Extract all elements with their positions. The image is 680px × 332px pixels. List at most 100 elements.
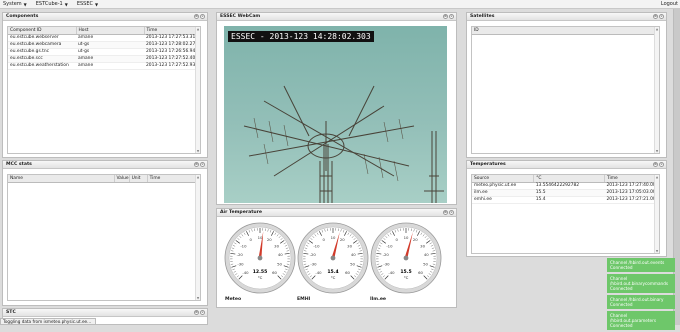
webcam-image: ESSEC - 2013-123 14:28:02.303 — [224, 26, 447, 203]
table-row[interactable]: eu.estcube.gs.tncut-gs2013-123 17:26:56.… — [8, 48, 200, 55]
temperature-gauge: -40-30-20-10010203040506015.5°C — [369, 221, 443, 297]
scroll-up-icon[interactable]: ▲ — [196, 27, 200, 31]
mcc-stats-panel: MCC stats ⚙× Name Value Unit Time ▲▼ — [2, 160, 208, 306]
menu-estcube[interactable]: ESTCube-1▼ — [36, 1, 68, 7]
cell: amane — [76, 34, 144, 41]
table-row[interactable]: meteo.physic.ut.ee13.55464222927822013-1… — [472, 182, 659, 189]
gauge-unit: °C — [404, 275, 409, 280]
scroll-down-icon[interactable]: ▼ — [655, 149, 659, 153]
gauge-unit: °C — [258, 275, 263, 280]
scroll-down-icon[interactable]: ▼ — [655, 249, 659, 253]
notification-toast[interactable]: Channel /hbird.out.parameters Connected — [607, 311, 675, 330]
column-header[interactable]: Name — [8, 175, 114, 182]
gauge-tick-label: -30 — [310, 262, 317, 267]
gauge-caption: Meteo — [225, 297, 241, 302]
close-icon[interactable]: × — [200, 310, 205, 315]
notification-toast[interactable]: Channel /hbird.out.binarycommands Connec… — [607, 274, 675, 293]
gauge-tick-label: -20 — [237, 252, 244, 257]
cell: 2013-123 17:28:02.272 — [144, 41, 200, 48]
settings-icon[interactable]: ⚙ — [443, 210, 448, 215]
cell: meteo.physic.ut.ee — [472, 182, 534, 189]
panel-title: STC — [6, 310, 16, 315]
column-header[interactable]: Unit — [129, 175, 147, 182]
settings-icon[interactable]: ⚙ — [194, 162, 199, 167]
scrollbar[interactable]: ▲▼ — [654, 175, 659, 253]
top-menu-bar: System▼ ESTCube-1▼ ESSEC▼ Logout — [0, 0, 680, 9]
notification-toast[interactable]: Channel /hbird.out.events Connected — [607, 258, 675, 272]
column-header[interactable]: Value — [114, 175, 129, 182]
scroll-down-icon[interactable]: ▼ — [196, 149, 200, 153]
scroll-up-icon[interactable]: ▲ — [655, 175, 659, 179]
gauge-dial: -40-30-20-10010203040506015.4°C — [296, 221, 370, 295]
cell: 2013-123 17:27:52.939 — [144, 62, 200, 69]
chevron-down-icon: ▼ — [65, 2, 68, 7]
gauge-dial: -40-30-20-10010203040506015.5°C — [369, 221, 443, 295]
gauge-tick-label: 30 — [420, 243, 425, 248]
cell: eu.estcube.webserver — [8, 34, 76, 41]
close-icon[interactable]: × — [659, 14, 664, 19]
gauge-tick-label: -40 — [315, 270, 322, 275]
notification-stack: Channel /hbird.out.events Connected Chan… — [607, 258, 675, 332]
cell: emhi.ee — [472, 196, 534, 203]
gauge-tick-label: 50 — [350, 262, 355, 267]
close-icon[interactable]: × — [449, 14, 454, 19]
close-icon[interactable]: × — [659, 162, 664, 167]
cell: amane — [76, 55, 144, 62]
webcam-timestamp: ESSEC - 2013-123 14:28:02.303 — [228, 31, 374, 42]
logout-link[interactable]: Logout — [661, 1, 678, 7]
table-row[interactable]: eu.estcube.webserveramane2013-123 17:27:… — [8, 34, 200, 41]
menu-estcube-label: ESTCube-1 — [36, 1, 63, 7]
antenna-illustration — [224, 26, 447, 203]
column-header[interactable]: Host — [76, 27, 144, 34]
air-temperature-header: Air Temperature ⚙× — [217, 209, 456, 217]
gauge-hub — [404, 256, 409, 261]
gauge-tick-label: 20 — [340, 237, 345, 242]
column-header[interactable]: °C — [534, 175, 605, 182]
scrollbar[interactable]: ▲▼ — [195, 27, 200, 153]
column-header[interactable]: Time — [144, 27, 200, 34]
cell: 15.4 — [534, 196, 605, 203]
panel-title: ESSEC WebCam — [220, 14, 260, 19]
menu-essec[interactable]: ESSEC▼ — [77, 1, 98, 7]
cell: 2013-123 17:27:52.401 — [144, 55, 200, 62]
table-row[interactable]: eu.estcube.sccamane2013-123 17:27:52.401 — [8, 55, 200, 62]
gauge-tick-label: 10 — [404, 235, 409, 240]
scroll-up-icon[interactable]: ▲ — [655, 27, 659, 31]
scrollbar[interactable]: ▲▼ — [195, 175, 200, 300]
settings-icon[interactable]: ⚙ — [194, 14, 199, 19]
column-header[interactable]: ID — [472, 27, 659, 34]
gauge-tick-label: 60 — [345, 270, 350, 275]
column-header[interactable]: Component ID — [8, 27, 76, 34]
column-header[interactable]: Source — [472, 175, 534, 182]
cell: 2013-123 17:05:03.000 — [604, 189, 658, 196]
column-header[interactable]: Time — [604, 175, 658, 182]
close-icon[interactable]: × — [200, 162, 205, 167]
close-icon[interactable]: × — [449, 210, 454, 215]
table-row[interactable]: eu.estcube.webcameraut-gs2013-123 17:28:… — [8, 41, 200, 48]
scroll-down-icon[interactable]: ▼ — [196, 296, 200, 300]
gauge-tick-label: 50 — [277, 262, 282, 267]
settings-icon[interactable]: ⚙ — [653, 162, 658, 167]
notification-toast[interactable]: Channel /hbird.out.binary Connected — [607, 295, 675, 309]
cell: ilm.ee — [472, 189, 534, 196]
gauge-tick-label: -30 — [237, 262, 244, 267]
table-row[interactable]: ilm.ee15.52013-123 17:05:03.000 — [472, 189, 659, 196]
column-header[interactable]: Time — [147, 175, 199, 182]
menu-system[interactable]: System▼ — [3, 1, 27, 7]
settings-icon[interactable]: ⚙ — [443, 14, 448, 19]
scrollbar[interactable]: ▲▼ — [654, 27, 659, 153]
gauge-unit: °C — [331, 275, 336, 280]
cell: ut-gs — [76, 48, 144, 55]
table-row[interactable]: emhi.ee15.42013-123 17:27:21.000 — [472, 196, 659, 203]
panel-title: Air Temperature — [220, 210, 262, 215]
gauge-tick-label: 50 — [423, 262, 428, 267]
settings-icon[interactable]: ⚙ — [653, 14, 658, 19]
gauge-tick-label: 60 — [272, 270, 277, 275]
close-icon[interactable]: × — [200, 14, 205, 19]
scroll-up-icon[interactable]: ▲ — [196, 175, 200, 179]
table-row[interactable]: eu.estcube.weatherstationamane2013-123 1… — [8, 62, 200, 69]
mcc-stats-grid: Name Value Unit Time ▲▼ — [7, 174, 201, 301]
settings-icon[interactable]: ⚙ — [194, 310, 199, 315]
gauge-tick-label: 30 — [274, 243, 279, 248]
cell: 13.5546422292782 — [534, 182, 605, 189]
